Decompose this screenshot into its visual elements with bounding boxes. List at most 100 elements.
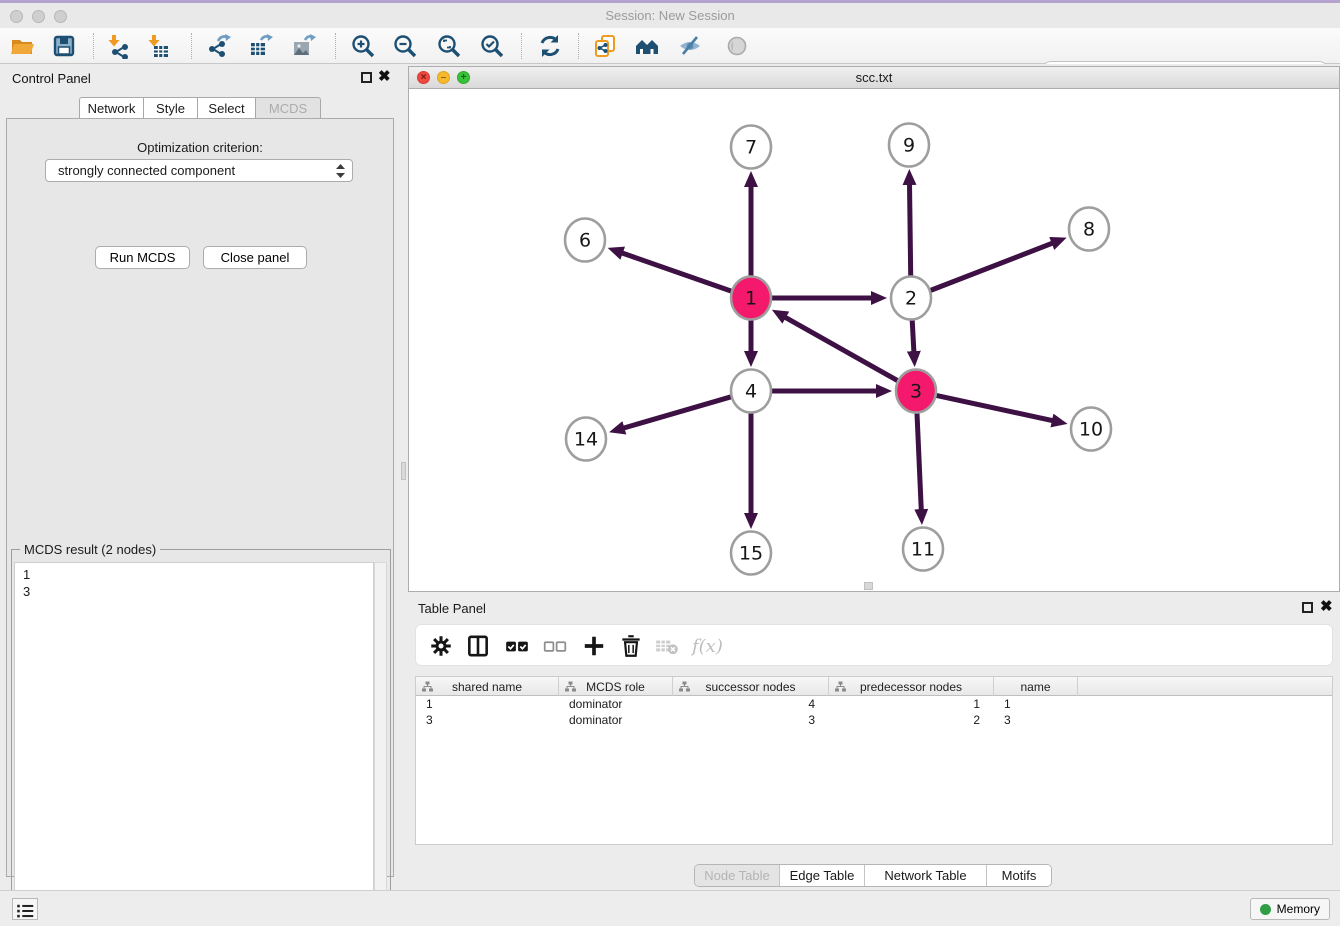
import-table-button[interactable] <box>144 32 172 60</box>
hide-elements-button[interactable] <box>676 32 704 60</box>
task-history-button[interactable] <box>12 898 38 920</box>
show-columns-button[interactable] <box>465 633 491 659</box>
node-label: 3 <box>910 381 922 403</box>
graph-node-7[interactable]: 7 <box>731 126 771 169</box>
graph-edge-3-10[interactable] <box>935 395 1053 421</box>
column-label: shared name <box>452 680 522 694</box>
graph-edge-2-3[interactable] <box>912 317 914 352</box>
cell-successor-nodes[interactable]: 4 <box>673 696 829 712</box>
function-builder-button-disabled[interactable]: f(x) <box>692 633 732 659</box>
status-bar: Memory <box>0 890 1340 926</box>
node-label: 2 <box>905 288 917 310</box>
memory-status-icon <box>1260 904 1271 915</box>
mcds-result-group: MCDS result (2 nodes) 1 3 <box>11 549 391 926</box>
splitter-grip[interactable] <box>401 462 406 480</box>
graph-node-9[interactable]: 9 <box>889 124 929 167</box>
create-column-button[interactable] <box>581 633 607 659</box>
tab-motifs[interactable]: Motifs <box>987 865 1051 886</box>
graph-node-1[interactable]: 1 <box>731 277 771 320</box>
zoom-out-button[interactable] <box>391 32 419 60</box>
close-panel-button[interactable]: Close panel <box>203 246 307 269</box>
tab-mcds[interactable]: MCDS <box>255 97 321 119</box>
tab-node-table[interactable]: Node Table <box>695 865 780 886</box>
graph-edge-3-11[interactable] <box>917 410 921 510</box>
graph-node-3[interactable]: 3 <box>896 370 936 413</box>
tab-select[interactable]: Select <box>197 97 255 119</box>
clone-network-button[interactable] <box>591 32 619 60</box>
table-row[interactable]: 3dominator323 <box>416 712 1332 728</box>
graph-node-4[interactable]: 4 <box>731 370 771 413</box>
graph-node-2[interactable]: 2 <box>891 277 931 320</box>
graph-node-6[interactable]: 6 <box>565 219 605 262</box>
graph-edge-3-1[interactable] <box>785 317 899 382</box>
cell-mcds-role[interactable]: dominator <box>559 712 673 728</box>
column-header-name[interactable]: name <box>994 677 1078 696</box>
table-settings-button[interactable] <box>428 633 454 659</box>
network-window-titlebar: × – + scc.txt <box>409 67 1339 89</box>
cell-shared-name[interactable]: 3 <box>416 712 559 728</box>
cell-predecessor-nodes[interactable]: 1 <box>829 696 994 712</box>
column-header-shared-name[interactable]: shared name <box>416 677 559 696</box>
graph-node-15[interactable]: 15 <box>731 532 771 575</box>
export-table-button[interactable] <box>247 32 275 60</box>
mcds-result-values: 1 3 <box>15 563 373 603</box>
cell-name[interactable]: 1 <box>994 696 1078 712</box>
cell-name[interactable]: 3 <box>994 712 1078 728</box>
cell-predecessor-nodes[interactable]: 2 <box>829 712 994 728</box>
node-label: 4 <box>745 381 757 403</box>
graph-edge-4-14[interactable] <box>623 396 732 428</box>
graph-edge-2-8[interactable] <box>929 243 1053 291</box>
zoom-fit-button[interactable] <box>435 32 463 60</box>
neighbors-button[interactable] <box>633 32 661 60</box>
control-panel-float-button[interactable] <box>361 72 372 83</box>
delete-table-button-disabled[interactable] <box>654 633 680 659</box>
graph-edge-2-9[interactable] <box>910 184 911 279</box>
node-label: 10 <box>1079 419 1103 441</box>
cell-mcds-role[interactable]: dominator <box>559 696 673 712</box>
table-panel-close-button[interactable]: ✖ <box>1320 598 1333 616</box>
apply-layout-button[interactable] <box>536 32 564 60</box>
column-header-successor-nodes[interactable]: successor nodes <box>673 677 829 696</box>
cell-successor-nodes[interactable]: 3 <box>673 712 829 728</box>
mcds-panel: Optimization criterion: strongly connect… <box>6 118 394 877</box>
zoom-selected-button[interactable] <box>478 32 506 60</box>
optimization-criterion-select[interactable]: strongly connected component <box>45 159 353 182</box>
tab-edge-table[interactable]: Edge Table <box>780 865 865 886</box>
mcds-result-list[interactable]: 1 3 <box>14 562 374 922</box>
show-elements-button[interactable] <box>723 32 751 60</box>
tab-style[interactable]: Style <box>143 97 197 119</box>
delete-columns-button[interactable] <box>618 633 644 659</box>
graph-node-8[interactable]: 8 <box>1069 208 1109 251</box>
panel-splitter[interactable] <box>400 64 408 890</box>
deselect-all-rows-button[interactable] <box>542 633 568 659</box>
import-network-button[interactable] <box>104 32 132 60</box>
mcds-result-scrollbar[interactable] <box>374 562 387 922</box>
cell-shared-name[interactable]: 1 <box>416 696 559 712</box>
workspace: × – + scc.txt 7968124314101511 Table Pan… <box>408 64 1340 890</box>
zoom-in-button[interactable] <box>349 32 377 60</box>
graph-node-10[interactable]: 10 <box>1071 408 1111 451</box>
open-file-button[interactable] <box>8 32 36 60</box>
graph-node-11[interactable]: 11 <box>903 528 943 571</box>
network-canvas[interactable]: 7 9 6 8 1 2 4 3 14 10 15 11 <box>409 89 1339 591</box>
column-type-icon <box>835 681 846 692</box>
export-network-button[interactable] <box>205 32 233 60</box>
select-all-rows-button[interactable] <box>504 633 530 659</box>
table-panel-title: Table Panel <box>418 601 486 616</box>
tab-network[interactable]: Network <box>79 97 143 119</box>
canvas-scrollbar-thumb[interactable] <box>864 582 873 590</box>
column-header-predecessor-nodes[interactable]: predecessor nodes <box>829 677 994 696</box>
graph-node-14[interactable]: 14 <box>566 418 606 461</box>
run-mcds-button[interactable]: Run MCDS <box>95 246 190 269</box>
table-row[interactable]: 1dominator411 <box>416 696 1332 712</box>
toolbar-separator <box>191 33 192 59</box>
column-header-mcds-role[interactable]: MCDS role <box>559 677 673 696</box>
control-panel-close-button[interactable]: ✖ <box>378 68 391 86</box>
tab-network-table[interactable]: Network Table <box>865 865 987 886</box>
export-image-button[interactable] <box>290 32 318 60</box>
graph-edge-1-6[interactable] <box>622 253 733 292</box>
table-panel-float-button[interactable] <box>1302 602 1313 613</box>
node-label: 8 <box>1083 219 1095 241</box>
save-session-button[interactable] <box>50 32 78 60</box>
memory-button[interactable]: Memory <box>1250 898 1330 920</box>
